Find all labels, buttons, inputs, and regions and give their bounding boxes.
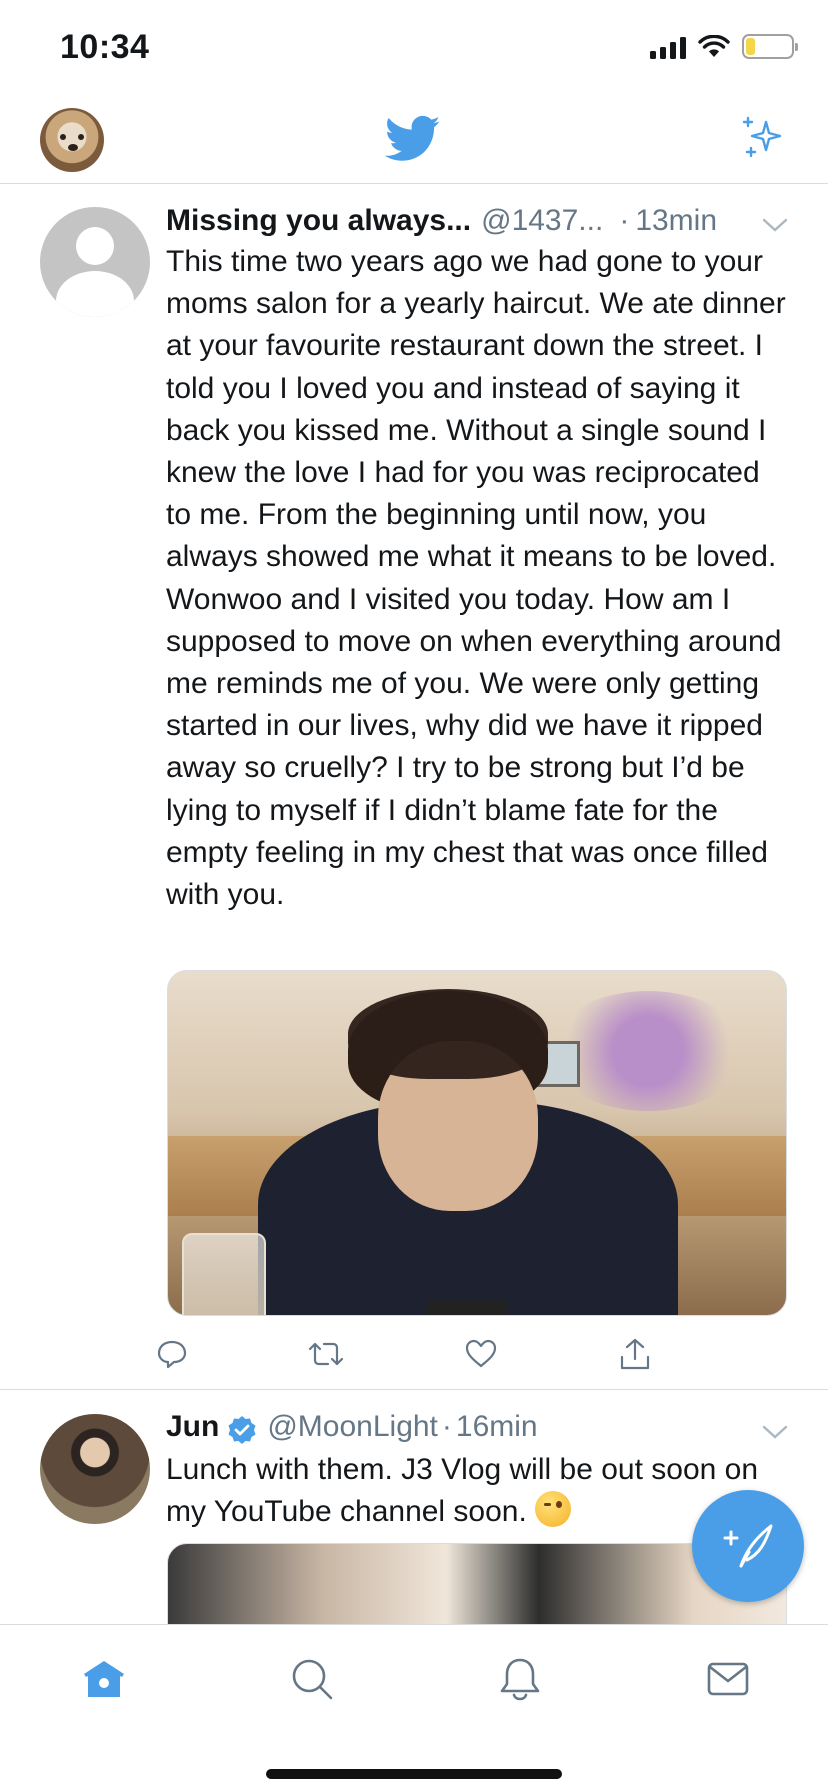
tweet-header: Missing you always... @1437... · 13min	[166, 204, 788, 244]
compose-feather-icon	[723, 1524, 773, 1568]
avatar[interactable]	[40, 1414, 150, 1524]
share-icon[interactable]	[613, 1332, 657, 1376]
retweet-icon[interactable]	[304, 1332, 348, 1376]
messages-icon[interactable]	[700, 1651, 756, 1707]
cellular-signal-icon	[650, 35, 686, 59]
tweet-text: This time two years ago we had gone to y…	[166, 245, 786, 912]
home-icon[interactable]	[76, 1651, 132, 1707]
tweet-actions	[150, 1332, 670, 1376]
tweet-photo[interactable]	[167, 970, 787, 1316]
tweet-author-name[interactable]: Missing you always...	[166, 204, 471, 238]
profile-avatar[interactable]	[40, 108, 104, 172]
tweet-author-handle[interactable]: @1437...	[481, 204, 603, 238]
default-avatar[interactable]	[40, 207, 150, 317]
status-icons	[650, 34, 798, 59]
tweet-text-content: Lunch with them. J3 Vlog will be out soo…	[166, 1453, 759, 1529]
status-time: 10:34	[60, 28, 150, 66]
battery-icon	[742, 34, 798, 59]
separator-dot: ·	[619, 204, 630, 237]
search-icon[interactable]	[284, 1651, 340, 1707]
like-icon[interactable]	[459, 1332, 503, 1376]
status-bar: 10:34	[0, 0, 828, 96]
tweet-author-name[interactable]: Jun	[166, 1410, 219, 1444]
tweet-timestamp: 13min	[635, 204, 718, 237]
tweet-timestamp: 16min	[455, 1410, 538, 1443]
wink-emoji	[534, 1491, 571, 1528]
sparkle-icon[interactable]	[738, 114, 788, 164]
notifications-icon[interactable]	[492, 1651, 548, 1707]
chevron-down-icon[interactable]	[762, 1424, 788, 1440]
battery-level	[746, 38, 755, 55]
compose-tweet-button[interactable]	[692, 1490, 804, 1602]
tweet-card[interactable]: Jun @MoonLight · 16min Lunch with them. …	[0, 1390, 828, 1624]
reply-icon[interactable]	[150, 1332, 194, 1376]
chevron-down-icon[interactable]	[762, 217, 788, 233]
separator-dot: ·	[441, 1410, 452, 1443]
tweet-card[interactable]: Missing you always... @1437... · 13min T…	[0, 185, 828, 1390]
wifi-icon	[698, 34, 730, 57]
bottom-tab-bar	[0, 1624, 828, 1792]
home-indicator	[266, 1769, 562, 1779]
verified-badge-icon	[228, 1416, 256, 1444]
tweet-text: Lunch with them. J3 Vlog will be out soo…	[166, 1449, 788, 1533]
tweet-author-handle[interactable]: @MoonLight	[267, 1410, 438, 1444]
tweet-header: Jun @MoonLight · 16min	[166, 1410, 788, 1450]
timeline-header	[0, 96, 828, 184]
twitter-bird-icon	[385, 115, 441, 161]
